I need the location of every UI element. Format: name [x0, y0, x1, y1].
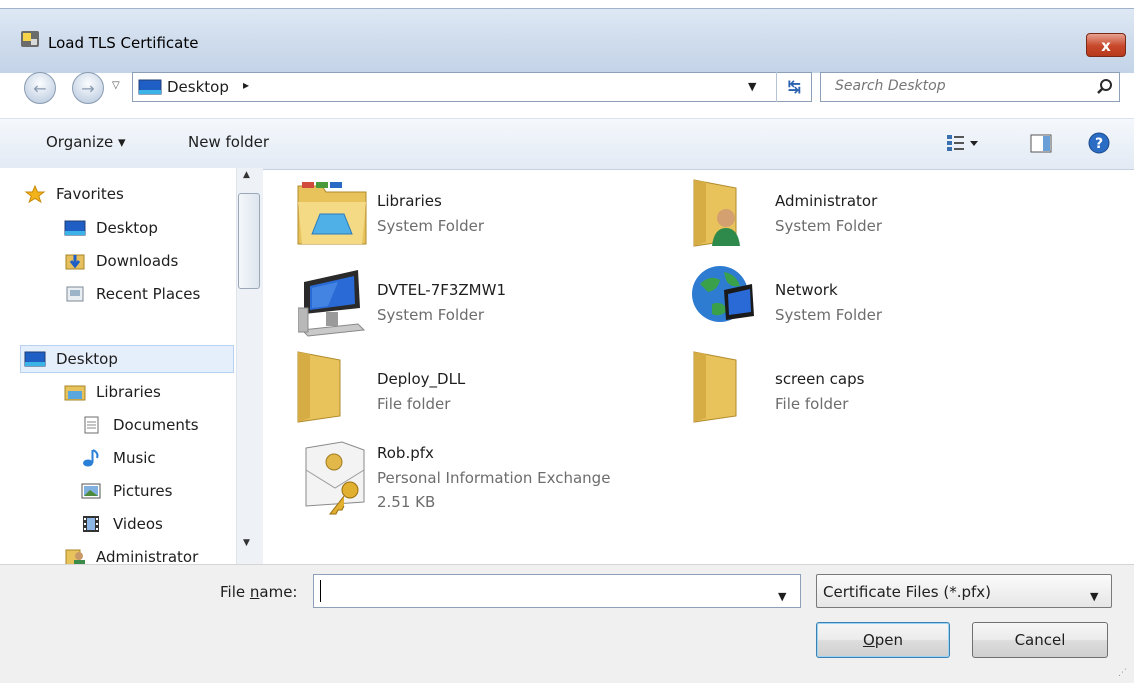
- back-arrow-icon: ←: [33, 78, 47, 98]
- file-name-input[interactable]: [313, 574, 801, 608]
- item-screen-caps-type: File folder: [775, 395, 849, 413]
- window-title: Load TLS Certificate: [48, 34, 199, 52]
- file-type-dropdown-icon[interactable]: ▼: [1090, 590, 1098, 603]
- scroll-down-icon[interactable]: ▼: [243, 538, 250, 548]
- close-button[interactable]: x: [1086, 33, 1126, 57]
- nav-videos[interactable]: Videos: [113, 515, 163, 533]
- user-folder-icon: [693, 179, 740, 247]
- nav-libraries[interactable]: Libraries: [96, 383, 161, 401]
- resize-grip-icon[interactable]: ⋰: [1118, 668, 1127, 678]
- back-button[interactable]: ←: [24, 72, 56, 104]
- nav-music[interactable]: Music: [113, 449, 156, 467]
- item-network-name[interactable]: Network: [775, 281, 838, 299]
- change-view-icon[interactable]: [946, 133, 980, 153]
- file-name-label: File name:: [220, 583, 298, 601]
- libraries-icon: [297, 182, 367, 245]
- downloads-icon: [65, 254, 85, 270]
- recent-places-icon: [66, 286, 84, 302]
- nav-desktop[interactable]: Desktop: [56, 350, 118, 368]
- preview-pane-icon[interactable]: [1030, 134, 1052, 154]
- nav-favorites-downloads[interactable]: Downloads: [96, 252, 178, 270]
- desktop-icon: [24, 351, 46, 367]
- text-caret: [320, 580, 321, 602]
- breadcrumb-arrow-icon[interactable]: ▸: [243, 78, 249, 92]
- window-app-icon: [21, 31, 39, 47]
- item-rob-pfx-type: Personal Information Exchange: [377, 469, 611, 487]
- file-name-dropdown-icon[interactable]: ▼: [778, 590, 786, 603]
- music-icon: [83, 449, 99, 467]
- refresh-icon: ↹: [787, 77, 802, 96]
- item-deploy-dll-type: File folder: [377, 395, 451, 413]
- item-administrator-type: System Folder: [775, 217, 883, 235]
- desktop-icon: [138, 79, 162, 95]
- pictures-icon: [81, 483, 101, 499]
- item-rob-pfx-size: 2.51 KB: [377, 493, 436, 511]
- new-folder-button[interactable]: New folder: [188, 133, 269, 151]
- address-bar[interactable]: [132, 72, 812, 102]
- network-globe-icon: [692, 266, 754, 322]
- item-libraries-type: System Folder: [377, 217, 485, 235]
- libraries-icon: [64, 385, 86, 401]
- certificate-file-icon: [305, 441, 365, 515]
- cancel-button[interactable]: Cancel: [972, 622, 1108, 658]
- nav-favorites-desktop[interactable]: Desktop: [96, 219, 158, 237]
- help-icon[interactable]: ?: [1088, 132, 1110, 154]
- address-location[interactable]: Desktop: [167, 78, 229, 96]
- item-network-type: System Folder: [775, 306, 883, 324]
- item-deploy-dll-name[interactable]: Deploy_DLL: [377, 370, 465, 388]
- item-screen-caps-name[interactable]: screen caps: [775, 370, 864, 388]
- refresh-button[interactable]: ↹: [776, 72, 812, 102]
- item-computer-type: System Folder: [377, 306, 485, 324]
- search-placeholder[interactable]: Search Desktop: [835, 78, 946, 94]
- file-type-value[interactable]: Certificate Files (*.pfx): [823, 583, 991, 601]
- folder-icon: [297, 351, 341, 423]
- item-rob-pfx-name[interactable]: Rob.pfx: [377, 444, 434, 462]
- forward-arrow-icon: →: [81, 78, 95, 98]
- nav-favorites[interactable]: Favorites: [56, 185, 124, 203]
- item-libraries-name[interactable]: Libraries: [377, 192, 442, 210]
- nav-documents[interactable]: Documents: [113, 416, 199, 434]
- organize-button[interactable]: Organize ▾: [46, 133, 126, 151]
- nav-favorites-recent-places[interactable]: Recent Places: [96, 285, 200, 303]
- nav-pictures[interactable]: Pictures: [113, 482, 172, 500]
- forward-button[interactable]: →: [72, 72, 104, 104]
- item-computer-name[interactable]: DVTEL-7F3ZMW1: [377, 281, 506, 299]
- favorites-star-icon: [24, 185, 46, 203]
- scroll-up-icon[interactable]: ▲: [243, 170, 250, 180]
- videos-icon: [83, 516, 99, 532]
- scrollbar-thumb[interactable]: [238, 193, 260, 289]
- item-administrator-name[interactable]: Administrator: [775, 192, 877, 210]
- computer-icon: [298, 270, 366, 337]
- nav-selection-highlight: [20, 345, 234, 373]
- documents-icon: [84, 416, 99, 434]
- desktop-icon: [64, 220, 86, 236]
- recent-pages-dropdown[interactable]: ▽: [112, 80, 120, 91]
- address-dropdown-icon[interactable]: ▼: [748, 80, 756, 93]
- search-icon[interactable]: [1096, 78, 1114, 96]
- folder-icon: [693, 351, 737, 423]
- open-button[interactable]: Open: [816, 622, 950, 658]
- svg-text:?: ?: [1095, 136, 1103, 152]
